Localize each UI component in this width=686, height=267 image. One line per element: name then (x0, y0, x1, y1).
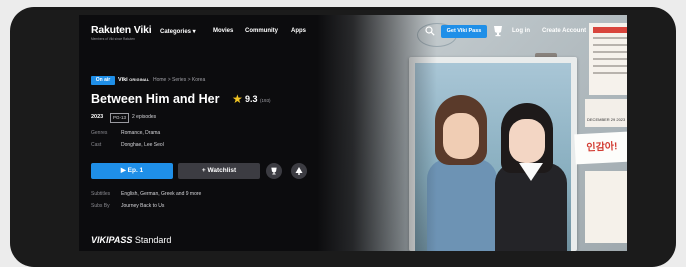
nav-categories[interactable]: Categories ▾ (160, 28, 196, 35)
star-icon: ★ (232, 92, 243, 106)
logo-tagline: Members of Viki since Rakuten (91, 37, 135, 41)
watchlist-button[interactable]: + Watchlist (178, 163, 260, 179)
episode-count: 2 episodes (132, 114, 157, 120)
viki-pass-round-button[interactable] (266, 163, 282, 179)
viki-pass-cup-icon[interactable] (493, 25, 503, 37)
rating-value: 9.3 (245, 94, 258, 104)
login-link[interactable]: Log in (512, 28, 530, 34)
genres-value[interactable]: Romance, Drama (121, 130, 160, 136)
age-rating-badge: PG-13 (110, 113, 130, 123)
top-nav: Rakuten Viki Members of Viki since Rakut… (79, 15, 627, 47)
play-episode-button[interactable]: ▶ Ep. 1 (91, 163, 173, 179)
hero-fade (317, 15, 437, 251)
on-air-badge: On air (91, 76, 115, 85)
rating-count: (193) (260, 98, 271, 103)
subtitles-value[interactable]: English, German, Greek and 9 more (121, 191, 201, 197)
subs-by-label: Subs By (91, 203, 110, 209)
genres-label: Genres (91, 130, 108, 136)
cup-icon (271, 167, 277, 175)
release-year: 2023 (91, 114, 104, 120)
viki-original-badge: Viki ORIGINAL (118, 77, 150, 83)
subs-by-value[interactable]: Journey Back to Us (121, 203, 164, 209)
share-round-button[interactable] (291, 163, 307, 179)
receipt: DECEMBER 29 2023 (585, 99, 627, 127)
create-account-link[interactable]: Create Account (542, 28, 586, 34)
sketch-card (585, 171, 627, 243)
cast-label: Cast (91, 142, 102, 148)
nav-community[interactable]: Community (245, 28, 278, 34)
sticky-note: 인감아! (574, 131, 627, 165)
cast-value[interactable]: Donghae, Lee Seol (121, 142, 164, 148)
nav-apps[interactable]: Apps (291, 28, 306, 34)
share-icon (295, 167, 303, 175)
show-title: Between Him and Her (91, 92, 220, 106)
screen: DECEMBER 29 2023 인감아! Rakuten Viki Membe… (79, 15, 627, 251)
breadcrumb[interactable]: Home > Series > Korea (153, 76, 205, 85)
get-viki-pass-button[interactable]: Get Viki Pass (441, 25, 487, 38)
subtitles-label: Subtitles (91, 191, 111, 197)
logo[interactable]: Rakuten Viki (91, 24, 152, 36)
search-icon[interactable] (425, 26, 435, 36)
hero-artwork: DECEMBER 29 2023 인감아! (317, 15, 627, 251)
nav-movies[interactable]: Movies (213, 28, 233, 34)
vikipass-standard-logo: VIKIPASS Standard (91, 235, 172, 245)
